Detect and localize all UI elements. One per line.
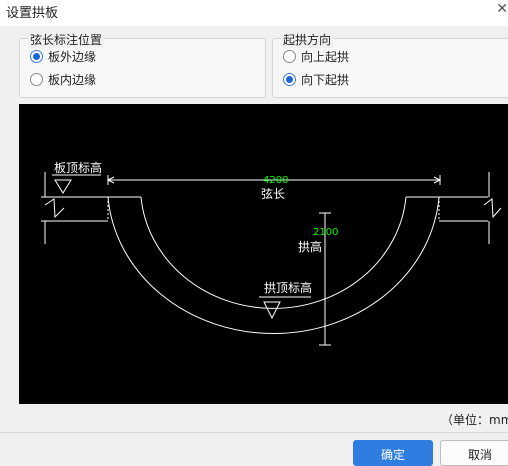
title-bar: 设置拱板 ✕ [0,0,508,26]
radio-button[interactable] [283,49,296,63]
right-break-symbol [483,172,502,244]
arch-preview-drawing: 板顶标高 4200 弦长 2100 拱高 拱顶标高 [41,160,502,346]
rise-value: 2100 [313,227,338,238]
radio-outer-edge[interactable]: 板外边缘 [30,47,96,65]
window-title: 设置拱板 [6,6,59,21]
radio-label: 向下起拱 [301,72,350,87]
arch-direction-legend: 起拱方向 [281,31,334,48]
arch-preview-canvas: 板顶标高 4200 弦长 2100 拱高 拱顶标高 [19,104,508,404]
cancel-button[interactable]: 取消 [440,440,508,466]
radio-button[interactable] [30,72,43,86]
chord-position-group: 弦长标注位置 板外边缘 板内边缘 [19,31,266,98]
radio-button-checked[interactable] [30,49,43,63]
unit-label: （单位：mm [441,413,508,427]
right-slab-outline [439,196,488,222]
radio-arch-down[interactable]: 向下起拱 [283,70,349,88]
radio-button-checked[interactable] [283,72,296,86]
left-break-symbol [44,172,65,244]
radio-label: 板外边缘 [48,49,97,64]
radio-inner-edge[interactable]: 板内边缘 [30,70,96,88]
footer-divider [0,432,508,433]
rise-label: 拱高 [298,239,322,254]
radio-arch-up[interactable]: 向上起拱 [283,47,349,65]
radio-label: 板内边缘 [48,72,97,87]
radio-label: 向上起拱 [301,49,350,64]
slab-top-label: 板顶标高 [54,160,102,175]
chord-label: 弦长 [261,186,285,201]
arch-top-label: 拱顶标高 [264,280,312,295]
arch-outer-edge [107,196,440,334]
close-icon[interactable]: ✕ [496,1,508,17]
chord-value: 4200 [263,175,288,186]
ok-button[interactable]: 确定 [353,440,433,466]
arch-direction-group: 起拱方向 向上起拱 向下起拱 [272,31,508,98]
slab-top-elevation-symbol [52,174,101,194]
chord-position-legend: 弦长标注位置 [28,31,105,48]
